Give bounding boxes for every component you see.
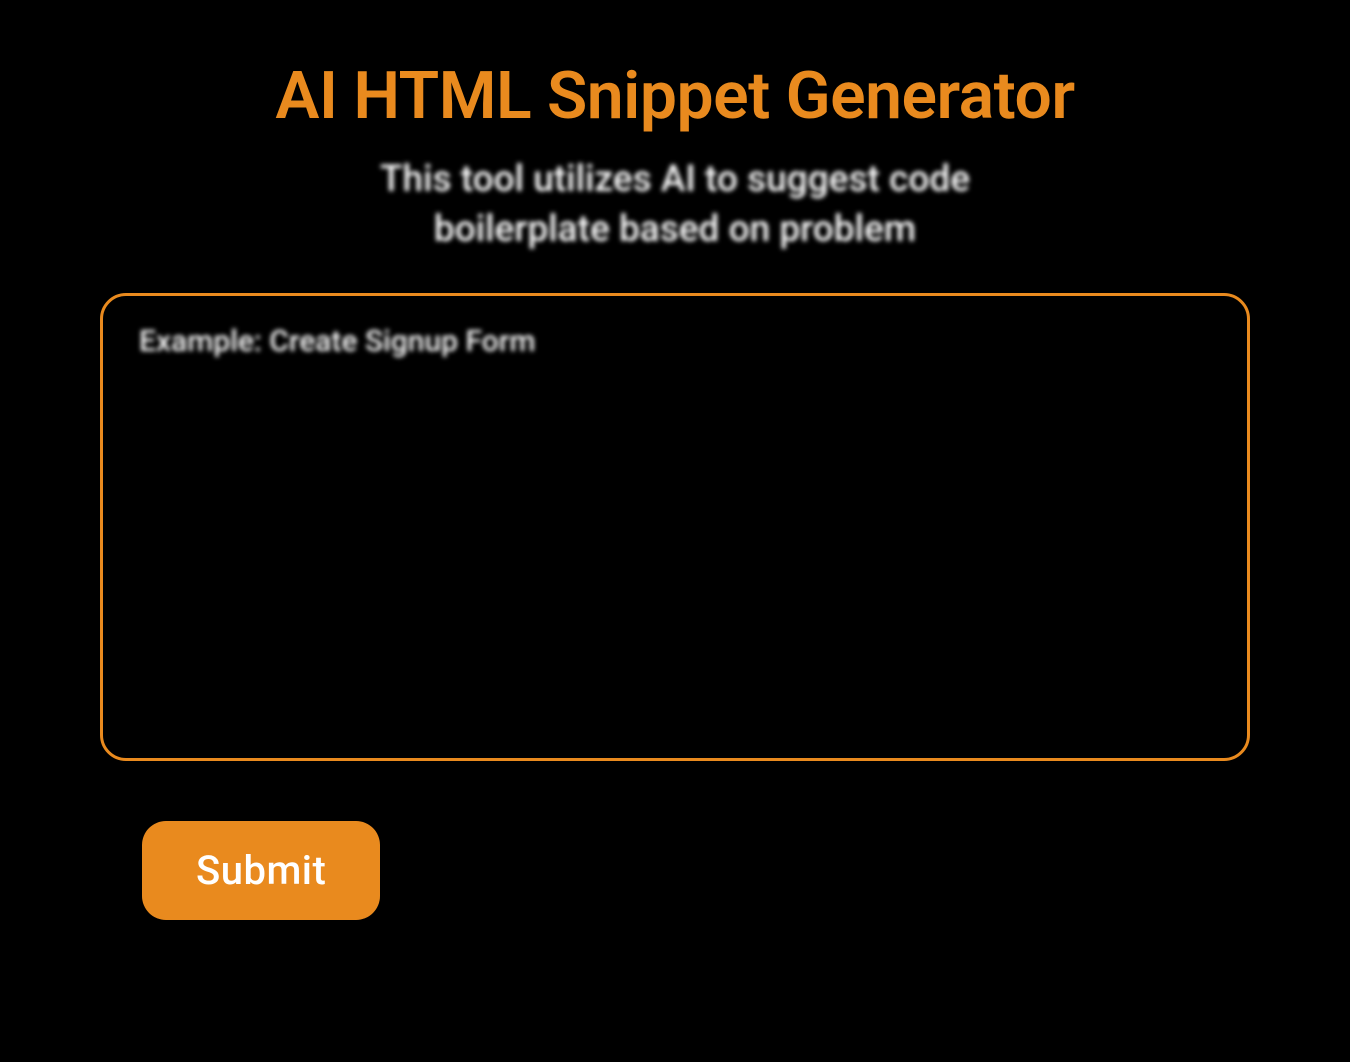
subtitle-line-1: This tool utilizes AI to suggest code (380, 158, 970, 201)
button-row: Submit (100, 821, 1250, 920)
page-title: AI HTML Snippet Generator (275, 58, 1074, 135)
prompt-input[interactable] (100, 293, 1250, 761)
page-subtitle: This tool utilizes AI to suggest code bo… (380, 155, 970, 255)
subtitle-line-2: boilerplate based on problem (434, 208, 916, 251)
main-container: AI HTML Snippet Generator This tool util… (0, 0, 1350, 920)
submit-button[interactable]: Submit (142, 821, 380, 920)
